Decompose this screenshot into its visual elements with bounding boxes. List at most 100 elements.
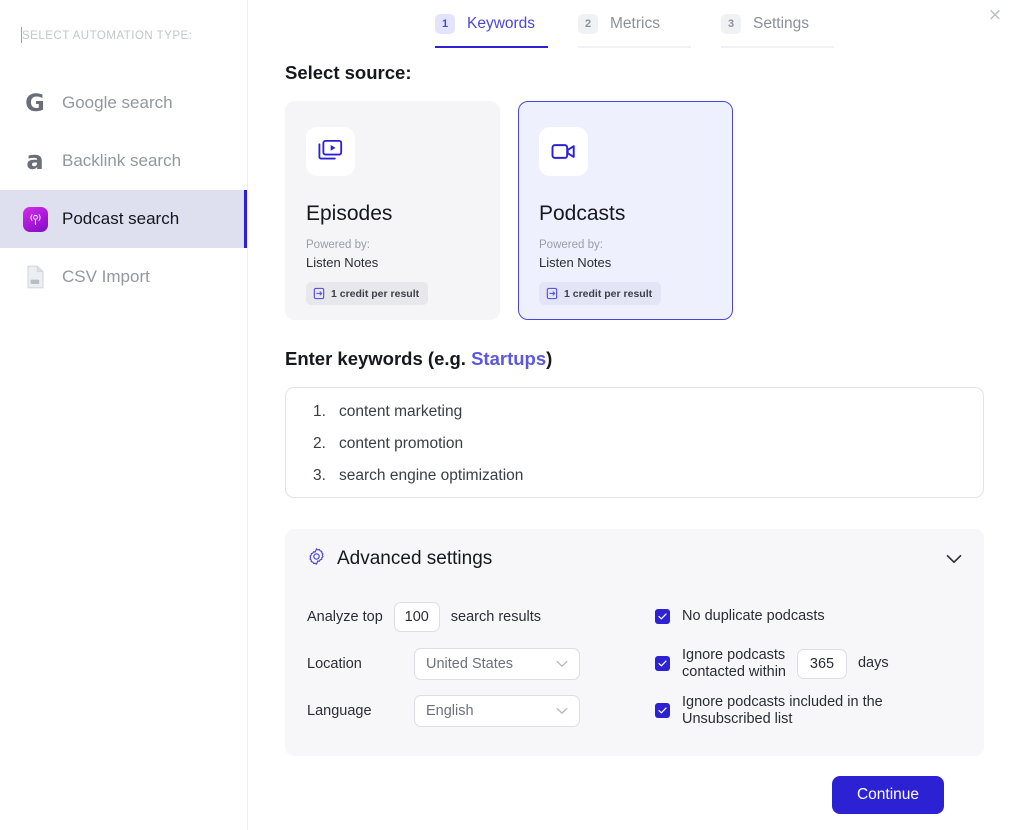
powered-by-label: Powered by: — [539, 239, 603, 251]
advanced-settings-title: Advanced settings — [337, 548, 493, 569]
analyze-top-input[interactable]: 100 — [393, 601, 440, 632]
select-source-heading: Select source: — [285, 62, 412, 83]
ignore-contacted-label: Ignore podcasts contacted within — [682, 647, 786, 680]
analyze-top-label: Analyze top — [307, 608, 383, 625]
source-card-title: Episodes — [306, 202, 393, 225]
check-icon — [658, 660, 667, 667]
automation-type-nav: G Google search a Backlink search Podcas… — [0, 74, 247, 306]
credit-icon — [313, 287, 325, 300]
provider-name: Listen Notes — [306, 254, 379, 270]
ignore-unsubscribed-label: Ignore podcasts included in the Unsubscr… — [682, 694, 883, 727]
credit-badge: 1 credit per result — [306, 282, 429, 306]
keyword-number: 1. — [313, 403, 326, 420]
continue-button[interactable]: Continue — [831, 776, 944, 814]
days-label: days — [857, 655, 889, 672]
credit-badge: 1 credit per result — [539, 282, 662, 306]
no-duplicate-podcasts-label: No duplicate podcasts — [682, 608, 825, 625]
keyword-number: 3. — [313, 467, 326, 484]
ignore-unsub-line2: Unsubscribed list — [682, 710, 793, 727]
no-duplicate-podcasts-row: No duplicate podcasts — [655, 593, 962, 640]
tab-settings[interactable]: 3 Settings — [721, 10, 864, 48]
credit-icon — [546, 287, 558, 300]
check-icon — [658, 707, 667, 714]
podcast-icon — [22, 206, 48, 232]
search-results-label: search results — [450, 608, 542, 625]
ignore-contacted-line1: Ignore podcasts — [682, 646, 786, 663]
advanced-settings-header[interactable]: Advanced settings — [307, 547, 962, 571]
sidebar-item-google-search[interactable]: G Google search — [0, 74, 247, 132]
sidebar-title: SELECT AUTOMATION TYPE: — [22, 30, 193, 42]
tab-underline — [721, 46, 834, 48]
ignore-unsubscribed-checkbox[interactable] — [655, 703, 670, 718]
gear-icon — [307, 547, 326, 571]
sidebar-item-label: CSV Import — [62, 267, 150, 286]
ignore-contacted-row: Ignore podcasts contacted within 365 day… — [655, 640, 962, 687]
tab-keywords[interactable]: 1 Keywords — [435, 10, 578, 48]
source-card-podcasts[interactable]: Podcasts Powered by: Listen Notes 1 cred… — [518, 101, 733, 320]
sidebar-item-label: Podcast search — [62, 209, 180, 228]
episodes-video-stack-icon — [306, 127, 355, 176]
sidebar-item-csv-import[interactable]: CSV Import — [0, 248, 247, 306]
contacted-days-input[interactable]: 365 — [796, 648, 847, 679]
sidebar-item-backlink-search[interactable]: a Backlink search — [0, 132, 247, 190]
tab-number: 2 — [578, 14, 598, 34]
location-select[interactable]: United States — [414, 647, 580, 680]
advanced-settings-panel: Advanced settings Analyze top 100 search… — [285, 529, 984, 756]
google-g-icon: G — [25, 89, 45, 117]
source-card-title: Podcasts — [539, 202, 626, 225]
tab-label: Metrics — [610, 15, 660, 32]
keyword-text: search engine optimization — [339, 467, 524, 484]
provider-name: Listen Notes — [539, 254, 612, 270]
keywords-input[interactable]: 1. content marketing 2. content promotio… — [285, 387, 984, 498]
csv-file-icon — [22, 264, 48, 290]
tab-underline — [435, 45, 548, 48]
chevron-down-icon — [556, 660, 568, 667]
sidebar: SELECT AUTOMATION TYPE: G Google search … — [0, 0, 248, 830]
main-panel: × 1 Keywords 2 Metrics 3 Settings Select… — [248, 0, 1024, 830]
ignore-contacted-line2: contacted within — [682, 663, 786, 680]
sidebar-item-label: Google search — [62, 93, 173, 112]
keyword-text: content promotion — [339, 435, 464, 452]
credit-label: 1 credit per result — [331, 287, 420, 300]
step-content: Select source: Episodes Powered by: List… — [248, 48, 1024, 814]
modal-footer: Continue — [285, 756, 984, 814]
keywords-heading-prefix: Enter keywords (e.g. — [285, 348, 472, 369]
language-row: Language English — [307, 687, 647, 734]
text-cursor — [21, 27, 22, 43]
ahrefs-a-icon: a — [26, 146, 44, 176]
advanced-settings-right-column: No duplicate podcasts Ignore podcasts co… — [647, 593, 962, 734]
close-icon[interactable]: × — [980, 0, 1010, 30]
ignore-contacted-checkbox[interactable] — [655, 656, 670, 671]
advanced-settings-body: Analyze top 100 search results Location … — [307, 593, 962, 734]
tab-number: 1 — [435, 14, 455, 34]
language-value: English — [426, 702, 474, 719]
check-icon — [658, 613, 667, 620]
credit-label: 1 credit per result — [564, 287, 653, 300]
tab-metrics[interactable]: 2 Metrics — [578, 10, 721, 48]
source-card-list: Episodes Powered by: Listen Notes 1 cred… — [285, 101, 984, 320]
tab-number: 3 — [721, 14, 741, 34]
tab-label: Settings — [753, 15, 810, 32]
tab-label: Keywords — [467, 15, 536, 32]
podcasts-video-camera-icon — [539, 127, 588, 176]
source-card-episodes[interactable]: Episodes Powered by: Listen Notes 1 cred… — [285, 101, 500, 320]
advanced-settings-left-column: Analyze top 100 search results Location … — [307, 593, 647, 734]
ignore-unsub-line1: Ignore podcasts included in the — [682, 693, 883, 710]
keywords-heading-example[interactable]: Startups — [471, 348, 546, 369]
step-tabs: 1 Keywords 2 Metrics 3 Settings — [248, 0, 1024, 48]
ignore-unsubscribed-row: Ignore podcasts included in the Unsubscr… — [655, 687, 962, 734]
keywords-heading-suffix: ) — [546, 348, 553, 369]
enter-keywords-heading: Enter keywords (e.g. Startups) — [285, 348, 984, 370]
language-label: Language — [307, 702, 372, 719]
chevron-down-icon[interactable] — [946, 551, 962, 569]
location-label: Location — [307, 655, 362, 672]
chevron-down-icon — [556, 707, 568, 714]
no-duplicate-podcasts-checkbox[interactable] — [655, 609, 670, 624]
language-select[interactable]: English — [414, 694, 580, 727]
sidebar-item-podcast-search[interactable]: Podcast search — [0, 190, 247, 248]
location-row: Location United States — [307, 640, 647, 687]
sidebar-item-label: Backlink search — [62, 151, 182, 170]
location-value: United States — [426, 655, 514, 672]
analyze-top-row: Analyze top 100 search results — [307, 593, 647, 640]
keyword-text: content marketing — [339, 403, 463, 420]
